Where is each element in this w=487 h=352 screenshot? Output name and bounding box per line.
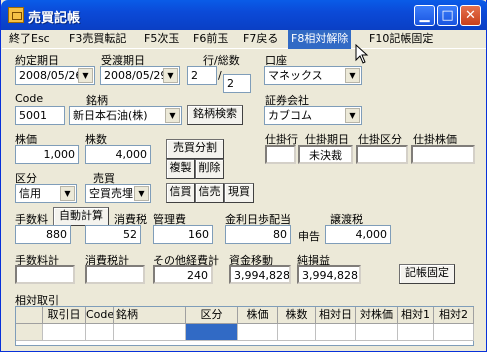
menu-next[interactable]: F5次玉 — [141, 30, 182, 49]
chevron-down-icon[interactable]: ▼ — [60, 186, 75, 201]
grid-cell[interactable] — [316, 324, 356, 341]
relative-grid[interactable]: 取引日 Code 銘柄 区分 株価 株数 相対日 対株価 相対1 相対2 — [15, 306, 474, 346]
grid-cell[interactable] — [278, 324, 316, 341]
grid-header-shares[interactable]: 株数 — [278, 307, 316, 324]
shin-sell-button[interactable]: 信売 — [195, 183, 224, 203]
grid-cell[interactable] — [434, 324, 474, 341]
mouse-pointer-icon — [355, 44, 369, 64]
menu-bar: 終了Esc F3売買転記 F5次玉 F6前玉 F7戻る F8相対解除 F10記帳… — [2, 30, 486, 49]
grid-header-brand[interactable]: 銘柄 — [114, 307, 186, 324]
declare-label: 申告 — [298, 230, 320, 243]
close-button[interactable]: ✕ — [460, 5, 481, 26]
grid-cell[interactable] — [398, 324, 434, 341]
slash-separator: / — [218, 69, 222, 82]
grid-header-kubun[interactable]: 区分 — [186, 307, 238, 324]
pending-price-field — [411, 145, 475, 164]
chevron-down-icon[interactable]: ▼ — [78, 68, 93, 83]
transfer-tax-field[interactable]: 4,000 — [325, 225, 391, 244]
chevron-down-icon[interactable]: ▼ — [345, 68, 360, 83]
chevron-down-icon[interactable]: ▼ — [345, 108, 360, 123]
fix-entry-button[interactable]: 記帳固定 — [399, 264, 455, 284]
chevron-down-icon[interactable]: ▼ — [134, 186, 149, 201]
mgmt-field[interactable]: 160 — [153, 225, 213, 244]
funds-field: 3,994,828 — [229, 265, 291, 284]
grid-header-corner — [16, 307, 43, 324]
app-icon — [8, 7, 24, 23]
baibai-select[interactable]: 空買売埋 ▼ — [85, 184, 151, 203]
grid-cell[interactable] — [114, 324, 186, 341]
net-field: 3,994,828 — [297, 265, 361, 284]
grid-cell[interactable] — [43, 324, 86, 341]
kubun-value: 信用 — [19, 187, 41, 200]
shares-field[interactable]: 4,000 — [85, 145, 151, 164]
minimize-button[interactable]: ▁ — [414, 5, 435, 26]
pending-date-field: 未決裁 — [298, 145, 353, 164]
kubun-select[interactable]: 信用 ▼ — [15, 184, 77, 203]
tax-field[interactable]: 52 — [85, 225, 141, 244]
grid-cell-selected[interactable] — [186, 324, 238, 341]
baibai-value: 空買売埋 — [89, 187, 133, 200]
grid-cell[interactable] — [238, 324, 278, 341]
interest-field[interactable]: 80 — [225, 225, 291, 244]
tax-total-field — [85, 265, 145, 284]
auto-calc-button[interactable]: 自動計算 — [53, 207, 109, 226]
shin-buy-button[interactable]: 信買 — [166, 183, 195, 203]
delete-button[interactable]: 削除 — [195, 159, 224, 179]
menu-transfer[interactable]: F3売買転記 — [66, 30, 129, 49]
menu-release-relative[interactable]: F8相対解除 — [288, 30, 352, 49]
brand-select[interactable]: 新日本石油(株) ▼ — [69, 106, 182, 125]
code-label: Code — [15, 92, 44, 105]
split-button[interactable]: 売買分割 — [166, 139, 224, 159]
menu-exit[interactable]: 終了Esc — [6, 30, 53, 49]
code-field[interactable]: 5001 — [15, 106, 65, 125]
settle-date-select[interactable]: 2008/05/29 ▼ — [100, 66, 180, 85]
menu-prev[interactable]: F6前玉 — [190, 30, 231, 49]
settle-date-value: 2008/05/29 — [104, 69, 168, 82]
account-select[interactable]: マネックス ▼ — [264, 66, 362, 85]
chevron-down-icon[interactable]: ▼ — [163, 68, 178, 83]
fee-total-field — [15, 265, 75, 284]
grid-header-price[interactable]: 株価 — [238, 307, 278, 324]
total-count-field: 2 — [223, 74, 251, 93]
maximize-icon: □ — [441, 8, 454, 23]
price-field[interactable]: 1,000 — [15, 145, 79, 164]
maximize-button[interactable]: □ — [437, 5, 458, 26]
grid-header-relative-price[interactable]: 対株価 — [356, 307, 398, 324]
other-total-field: 240 — [153, 265, 213, 284]
minimize-icon: ▁ — [419, 8, 430, 23]
contract-date-value: 2008/05/26 — [19, 69, 83, 82]
grid-cell[interactable] — [356, 324, 398, 341]
app-window: 売買記帳 ▁ □ ✕ 終了Esc F3売買転記 F5次玉 F6前玉 F7戻る F… — [0, 0, 487, 352]
grid-header-relative2[interactable]: 相対2 — [434, 307, 474, 324]
brand-value: 新日本石油(株) — [73, 109, 148, 122]
account-value: マネックス — [268, 69, 323, 82]
grid-header-relative-date[interactable]: 相対日 — [316, 307, 356, 324]
broker-select[interactable]: カブコム ▼ — [264, 106, 362, 125]
grid-header-code[interactable]: Code — [86, 307, 114, 324]
grid-header-date[interactable]: 取引日 — [43, 307, 86, 324]
grid-header-relative1[interactable]: 相対1 — [398, 307, 434, 324]
genbai-button[interactable]: 現買 — [224, 183, 254, 203]
brand-search-button[interactable]: 銘柄検索 — [187, 105, 243, 125]
broker-value: カブコム — [268, 109, 312, 122]
pending-row-field — [265, 145, 296, 164]
window-title: 売買記帳 — [28, 11, 81, 26]
menu-back[interactable]: F7戻る — [240, 30, 281, 49]
pending-kind-field — [356, 145, 408, 164]
fee-field[interactable]: 880 — [15, 225, 71, 244]
contract-date-select[interactable]: 2008/05/26 ▼ — [15, 66, 95, 85]
line-number-field[interactable]: 2 — [187, 66, 217, 85]
chevron-down-icon[interactable]: ▼ — [165, 108, 180, 123]
close-icon: ✕ — [465, 8, 476, 23]
copy-button[interactable]: 複製 — [166, 159, 195, 179]
title-bar[interactable]: 売買記帳 ▁ □ ✕ — [1, 0, 487, 30]
menu-fix-entry[interactable]: F10記帳固定 — [366, 30, 436, 49]
grid-cell[interactable] — [86, 324, 114, 341]
grid-row-header[interactable] — [16, 324, 43, 341]
